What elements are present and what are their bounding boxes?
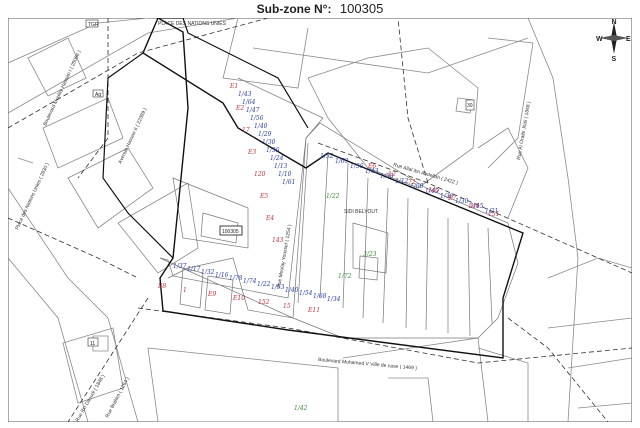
district-label: SIDI BELYOUT [344, 209, 378, 215]
annotation-hb-8: 1/24 [270, 155, 284, 162]
annotation-hr-1: E2 [235, 105, 244, 112]
annotation-hr-13: 141 [468, 203, 479, 210]
annotation-hb-21: 1/30 [455, 198, 469, 205]
annotation-hr-2: 17 [242, 127, 250, 134]
annotation-hg-2: 3/23 [363, 251, 377, 258]
annotation-hg-0: 1/22 [326, 193, 340, 200]
compass-e: E [626, 36, 631, 43]
annotation-hr-21: E11 [307, 307, 320, 314]
annotation-hr-17: E9 [207, 291, 216, 298]
road-tag-2: Ag [95, 92, 101, 98]
annotation-hb-7: 1/36 [266, 147, 280, 154]
sub-zone-label: Sub-zone N°: [256, 2, 332, 16]
annotation-hr-3: E3 [247, 149, 256, 156]
annotation-hb-14: 1/36 [350, 163, 364, 170]
annotation-hb-28: 1/78 [229, 275, 243, 282]
zone-tag: 100305 [222, 229, 239, 235]
annotation-hb-11: 1/61 [282, 179, 295, 186]
annotation-hb-35: 1/34 [327, 296, 341, 303]
road-tag-1: TGR [88, 22, 99, 28]
annotation-hb-27: 1/16 [215, 272, 229, 279]
annotation-hb-33: 1/54 [299, 290, 313, 297]
annotation-hr-5: E5 [259, 193, 268, 200]
annotation-hb-32: 1/40 [285, 287, 299, 294]
annotation-hb-2: 1/47 [246, 107, 260, 114]
annotation-hr-4: 120 [254, 171, 266, 178]
cadastral-map[interactable]: TGR Ag 30 11 100305 SIDI BELYOUT PLACE D… [8, 18, 632, 422]
annotation-hr-6: E4 [265, 215, 274, 222]
road-tag-3: 30 [467, 103, 473, 109]
annotation-hb-25: 1/17 [187, 266, 201, 273]
annotation-hb-6: 1/30 [262, 139, 276, 146]
annotation-hb-30: 1/22 [257, 281, 271, 288]
annotation-hr-12: E7 [447, 195, 456, 202]
road-tag-4: 11 [90, 341, 95, 347]
annotation-hr-16: 1 [183, 287, 187, 294]
annotation-hr-10: 72 [408, 179, 416, 186]
compass-s: S [612, 56, 617, 63]
annotation-hb-3: 1/56 [250, 115, 264, 122]
compass-n: N [612, 19, 617, 26]
annotation-hr-9: 12 [388, 171, 396, 178]
annotation-hr-8: E6 [367, 163, 376, 170]
annotation-hb-31: 1/53 [271, 284, 285, 291]
annotation-hb-24: 1/37 [173, 263, 187, 270]
street-place-nations-top: PLACE DES NATIONS UNIES [158, 21, 227, 27]
header-title: Sub-zone N°: 100305 [0, 0, 640, 18]
annotation-hr-0: E1 [229, 83, 238, 90]
annotation-hb-29: 1/74 [243, 278, 257, 285]
annotation-hb-5: 1/29 [258, 131, 272, 138]
annotation-hr-19: 152 [258, 299, 270, 306]
annotation-hb-9: 1/13 [274, 163, 288, 170]
sub-zone-id: 100305 [339, 1, 384, 16]
annotation-hr-14: 151 [488, 211, 499, 218]
annotation-hb-13: 1/69 [335, 158, 349, 165]
compass-w: W [596, 36, 603, 43]
annotation-hb-17: 1/12 [395, 178, 409, 185]
annotation-hr-7: 143 [272, 237, 284, 244]
annotation-hr-18: E10 [232, 295, 245, 302]
annotation-hb-0: 1/43 [238, 91, 252, 98]
annotation-hr-20: 15 [283, 303, 291, 310]
annotation-hb-12: 1/52 [320, 153, 334, 160]
annotation-hb-10: 1/10 [278, 171, 292, 178]
annotation-hb-4: 1/40 [254, 123, 268, 130]
annotation-hr-15: E8 [157, 283, 166, 290]
annotation-hb-34: 1/68 [313, 293, 327, 300]
annotation-hg-3: 1/42 [294, 405, 308, 412]
annotation-hr-11: 145 [428, 187, 440, 194]
annotation-hb-26: 1/32 [201, 269, 215, 276]
annotation-hg-1: 1/72 [338, 273, 352, 280]
